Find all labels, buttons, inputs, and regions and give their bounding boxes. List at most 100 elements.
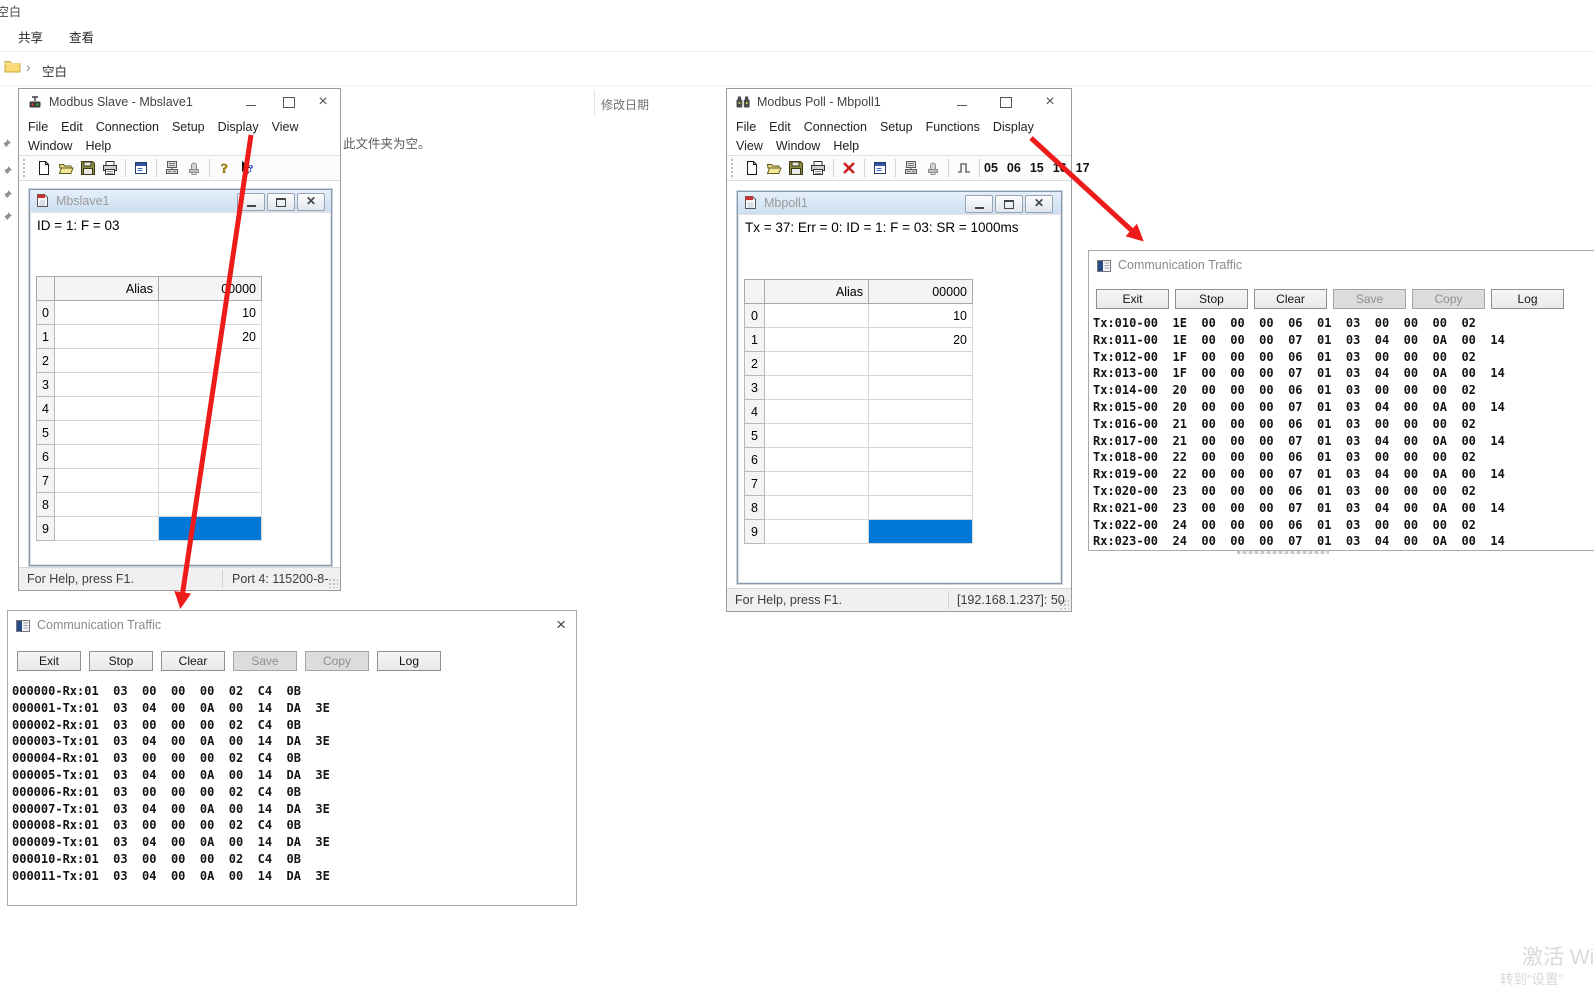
station-icon[interactable]	[183, 158, 205, 178]
value-cell[interactable]	[869, 352, 973, 376]
alias-cell[interactable]	[765, 328, 869, 352]
value-cell[interactable]	[869, 472, 973, 496]
save-icon[interactable]	[785, 158, 807, 178]
display-window-icon[interactable]	[130, 158, 152, 178]
new-file-icon[interactable]	[741, 158, 763, 178]
traffic-save-button[interactable]: Save	[233, 651, 297, 671]
maximize-icon[interactable]	[280, 93, 298, 111]
alias-cell[interactable]	[765, 400, 869, 424]
pulse-icon[interactable]	[953, 158, 975, 178]
value-cell[interactable]	[869, 376, 973, 400]
traffic-log-button[interactable]: Log	[377, 651, 441, 671]
print-icon[interactable]	[99, 158, 121, 178]
value-cell[interactable]	[159, 373, 262, 397]
value-cell[interactable]	[159, 421, 262, 445]
traffic-icon[interactable]	[161, 158, 183, 178]
traffic-stop-button[interactable]: Stop	[1175, 289, 1248, 309]
alias-cell[interactable]	[765, 352, 869, 376]
value-cell[interactable]	[159, 445, 262, 469]
menu-file[interactable]: File	[736, 120, 756, 134]
ribbon-tab-share[interactable]: 共享	[18, 27, 43, 46]
menu-setup[interactable]: Setup	[880, 120, 913, 134]
minimize-icon[interactable]	[965, 195, 993, 213]
open-file-icon[interactable]	[55, 158, 77, 178]
traffic-copy-button[interactable]: Copy	[305, 651, 369, 671]
value-cell[interactable]	[159, 397, 262, 421]
traffic-clear-button[interactable]: Clear	[1254, 289, 1327, 309]
function-code-17[interactable]: 17	[1076, 161, 1090, 175]
close-icon[interactable]: ✕	[1025, 195, 1053, 213]
alias-cell[interactable]	[765, 376, 869, 400]
value-cell[interactable]: 20	[869, 328, 973, 352]
column-header-date-modified[interactable]: 修改日期	[601, 96, 649, 113]
resize-grip[interactable]	[1059, 599, 1069, 609]
menu-display[interactable]: Display	[218, 120, 259, 134]
minimize-icon[interactable]	[237, 193, 265, 211]
menu-window[interactable]: Window	[776, 139, 820, 153]
maximize-icon[interactable]	[997, 93, 1015, 111]
menu-connection[interactable]: Connection	[96, 120, 159, 134]
traffic-copy-button[interactable]: Copy	[1412, 289, 1485, 309]
value-cell[interactable]	[869, 448, 973, 472]
function-code-05[interactable]: 05	[984, 161, 998, 175]
menu-edit[interactable]: Edit	[61, 120, 83, 134]
value-cell[interactable]: 10	[159, 301, 262, 325]
menu-edit[interactable]: Edit	[769, 120, 791, 134]
traffic-icon[interactable]	[900, 158, 922, 178]
resize-grip[interactable]	[328, 578, 338, 588]
cancel-icon[interactable]	[838, 158, 860, 178]
function-code-06[interactable]: 06	[1007, 161, 1021, 175]
alias-cell[interactable]	[55, 301, 159, 325]
menu-display[interactable]: Display	[993, 120, 1034, 134]
menu-help[interactable]: Help	[833, 139, 859, 153]
value-cell[interactable]	[159, 493, 262, 517]
alias-cell[interactable]	[55, 421, 159, 445]
station-icon[interactable]	[922, 158, 944, 178]
value-cell[interactable]	[869, 496, 973, 520]
alias-cell[interactable]	[55, 469, 159, 493]
menu-setup[interactable]: Setup	[172, 120, 205, 134]
alias-cell[interactable]	[765, 304, 869, 328]
print-icon[interactable]	[807, 158, 829, 178]
save-icon[interactable]	[77, 158, 99, 178]
traffic-clear-button[interactable]: Clear	[161, 651, 225, 671]
alias-cell[interactable]	[765, 448, 869, 472]
alias-cell[interactable]	[765, 520, 869, 544]
new-file-icon[interactable]	[33, 158, 55, 178]
alias-cell[interactable]	[55, 325, 159, 349]
menu-help[interactable]: Help	[85, 139, 111, 153]
close-icon[interactable]: ×	[1041, 93, 1059, 111]
close-icon[interactable]: ×	[556, 615, 566, 635]
value-cell[interactable]	[159, 469, 262, 493]
value-cell[interactable]	[159, 517, 262, 541]
alias-cell[interactable]	[765, 472, 869, 496]
traffic-stop-button[interactable]: Stop	[89, 651, 153, 671]
open-file-icon[interactable]	[763, 158, 785, 178]
menu-functions[interactable]: Functions	[926, 120, 980, 134]
breadcrumb[interactable]: 空白	[42, 61, 67, 80]
value-cell[interactable]	[159, 349, 262, 373]
traffic-save-button[interactable]: Save	[1333, 289, 1406, 309]
alias-cell[interactable]	[55, 349, 159, 373]
value-cell[interactable]	[869, 424, 973, 448]
ribbon-tab-view[interactable]: 查看	[69, 27, 94, 46]
minimize-icon[interactable]	[953, 93, 971, 111]
alias-cell[interactable]	[55, 517, 159, 541]
restore-icon[interactable]	[267, 193, 295, 211]
restore-icon[interactable]	[995, 195, 1023, 213]
value-cell[interactable]: 20	[159, 325, 262, 349]
alias-cell[interactable]	[765, 424, 869, 448]
menu-view[interactable]: View	[272, 120, 299, 134]
display-window-icon[interactable]	[869, 158, 891, 178]
traffic-log-button[interactable]: Log	[1491, 289, 1564, 309]
alias-cell[interactable]	[55, 493, 159, 517]
value-cell[interactable]: 10	[869, 304, 973, 328]
alias-cell[interactable]	[55, 397, 159, 421]
traffic-exit-button[interactable]: Exit	[1096, 289, 1169, 309]
menu-connection[interactable]: Connection	[804, 120, 867, 134]
alias-cell[interactable]	[55, 445, 159, 469]
help-icon[interactable]: ?	[214, 158, 236, 178]
value-cell[interactable]	[869, 400, 973, 424]
context-help-icon[interactable]: ?	[236, 158, 258, 178]
close-icon[interactable]: ×	[314, 93, 332, 111]
